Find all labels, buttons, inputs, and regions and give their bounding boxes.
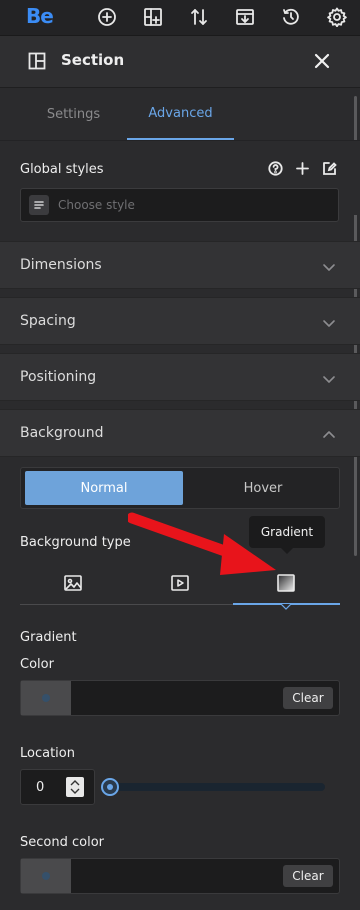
clear-second-color-button[interactable]: Clear xyxy=(283,865,333,887)
accordion-spacing[interactable]: Spacing xyxy=(0,297,360,345)
color-swatch[interactable] xyxy=(21,859,71,893)
tab-settings[interactable]: Settings xyxy=(20,88,127,140)
color-label: Color xyxy=(20,657,54,672)
panel-title: Section xyxy=(61,51,125,69)
section-layout-icon xyxy=(28,52,46,70)
add-section-icon[interactable] xyxy=(141,5,165,29)
location-label: Location xyxy=(20,746,75,761)
stepper-icon[interactable] xyxy=(66,777,84,797)
global-styles-group: Global styles Choose style xyxy=(0,140,360,222)
plus-circle-icon[interactable] xyxy=(95,5,119,29)
gradient-icon xyxy=(277,574,295,592)
image-icon xyxy=(64,575,82,591)
state-normal-button[interactable]: Normal xyxy=(25,471,183,505)
choose-style-select[interactable]: Choose style xyxy=(20,188,339,222)
global-styles-label: Global styles xyxy=(20,162,104,177)
color-drop-icon xyxy=(42,872,50,880)
gradient-heading: Gradient xyxy=(20,630,77,645)
accordion-label: Spacing xyxy=(20,313,76,329)
top-toolbar: Be xyxy=(0,0,360,36)
accordion-dimensions[interactable]: Dimensions xyxy=(0,241,360,289)
tab-advanced[interactable]: Advanced xyxy=(127,88,234,140)
second-color-field[interactable]: Clear xyxy=(20,858,340,894)
chevron-down-icon xyxy=(322,315,336,329)
state-hover-button[interactable]: Hover xyxy=(183,471,343,505)
accordion-background[interactable]: Background xyxy=(0,409,360,457)
location-slider-track[interactable] xyxy=(104,783,325,791)
accordion-label: Positioning xyxy=(20,369,97,385)
color-field[interactable]: Clear xyxy=(20,680,340,716)
location-slider-handle[interactable] xyxy=(101,778,119,796)
color-drop-icon xyxy=(42,694,50,702)
background-type-label: Background type xyxy=(20,535,131,550)
choose-style-placeholder: Choose style xyxy=(58,198,135,212)
chevron-down-icon xyxy=(322,371,336,385)
help-icon[interactable] xyxy=(268,161,283,176)
accordion-positioning[interactable]: Positioning xyxy=(0,353,360,401)
history-icon[interactable] xyxy=(279,5,303,29)
chevron-up-icon xyxy=(322,427,336,441)
import-icon[interactable] xyxy=(233,5,257,29)
edit-style-icon[interactable] xyxy=(322,161,337,176)
location-value: 0 xyxy=(36,780,45,795)
close-icon[interactable] xyxy=(312,51,332,71)
background-type-image[interactable] xyxy=(20,563,126,603)
add-style-icon[interactable] xyxy=(295,161,310,176)
settings-gear-icon[interactable] xyxy=(325,5,349,29)
list-icon xyxy=(29,195,49,215)
active-type-caret xyxy=(281,604,291,610)
clear-color-button[interactable]: Clear xyxy=(283,687,333,709)
accordion-label: Background xyxy=(20,425,104,441)
app-logo: Be xyxy=(26,4,54,28)
color-swatch[interactable] xyxy=(21,681,71,715)
sort-icon[interactable] xyxy=(187,5,211,29)
background-state-toggle: Normal Hover xyxy=(20,467,340,509)
accordion-label: Dimensions xyxy=(20,257,102,273)
chevron-down-icon xyxy=(322,259,336,273)
location-number-input[interactable]: 0 xyxy=(20,769,95,805)
annotation-arrow xyxy=(128,512,276,575)
global-styles-actions xyxy=(268,161,337,176)
panel-header: Section xyxy=(0,36,360,88)
panel-tabs: Settings Advanced xyxy=(0,88,352,140)
second-color-label: Second color xyxy=(20,835,104,850)
